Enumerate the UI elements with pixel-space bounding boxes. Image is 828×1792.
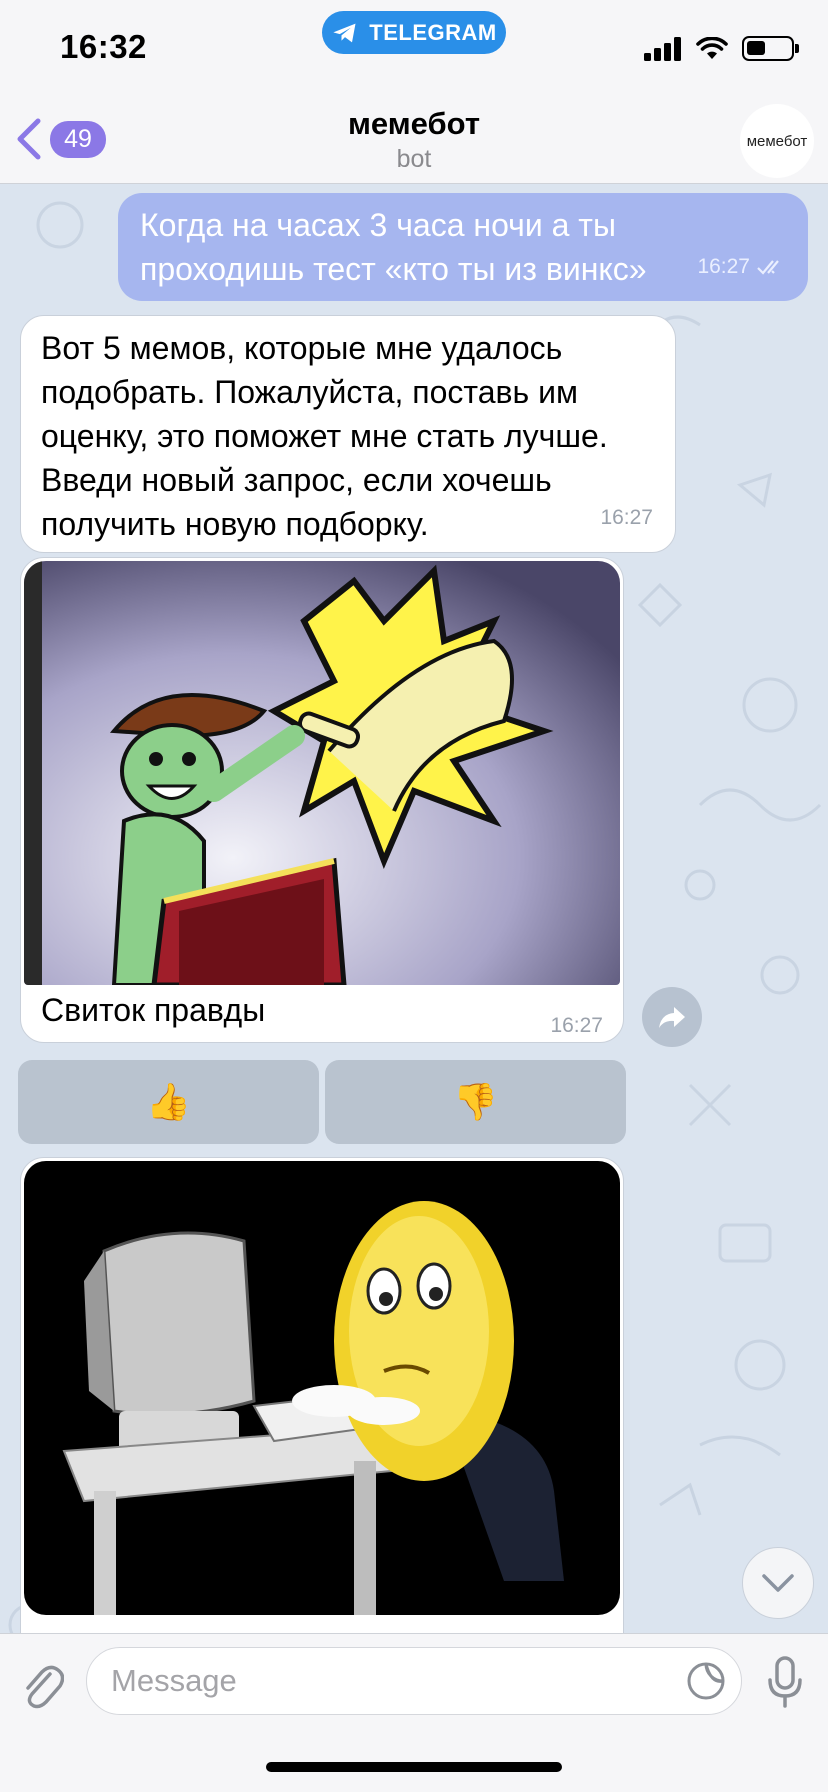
scroll-down-button[interactable] xyxy=(742,1547,814,1619)
signal-icon xyxy=(644,36,681,61)
outgoing-message[interactable]: Когда на часах 3 часа ночи а ты проходиш… xyxy=(118,193,808,301)
chevron-down-icon xyxy=(762,1574,794,1592)
status-icons xyxy=(644,36,799,61)
sticker-icon[interactable] xyxy=(685,1660,727,1702)
double-check-icon xyxy=(757,260,779,275)
photo-message[interactable]: Свиток правды 16:27 xyxy=(20,557,624,1043)
outgoing-message-meta: 16:27 xyxy=(697,245,786,289)
share-button[interactable] xyxy=(642,987,702,1047)
photo-caption: Свиток правды xyxy=(41,992,266,1028)
photo-message-time: 16:27 xyxy=(550,1014,603,1037)
inline-keyboard: 👍 👎 xyxy=(18,1060,626,1144)
photo-message-2[interactable] xyxy=(20,1157,624,1633)
chat-subtitle: bot xyxy=(396,145,432,173)
message-input[interactable] xyxy=(87,1648,647,1714)
battery-icon xyxy=(742,36,799,61)
top-bar: 16:32 TELEGRAM 49 мемебот bot мемебот xyxy=(0,0,828,184)
home-indicator xyxy=(266,1762,562,1772)
incoming-message-text: Вот 5 мемов, которые мне удалось подобра… xyxy=(41,330,608,542)
telegram-pill-label: TELEGRAM xyxy=(369,19,497,45)
avatar[interactable]: мемебот xyxy=(740,104,814,178)
share-arrow-icon xyxy=(659,1007,685,1028)
chat-title[interactable]: мемебот xyxy=(0,106,828,142)
chat-area[interactable]: Когда на часах 3 часа ночи а ты проходиш… xyxy=(0,185,828,1633)
thumbs-down-button[interactable]: 👎 xyxy=(325,1060,626,1144)
status-time: 16:32 xyxy=(60,28,147,65)
telegram-icon xyxy=(333,23,356,42)
outgoing-message-time: 16:27 xyxy=(697,255,750,278)
incoming-message-time: 16:27 xyxy=(600,506,653,529)
telegram-pill[interactable]: TELEGRAM xyxy=(322,11,506,54)
microphone-icon[interactable] xyxy=(766,1656,804,1708)
incoming-message[interactable]: Вот 5 мемов, которые мне удалось подобра… xyxy=(20,315,676,553)
thumbs-up-button[interactable]: 👍 xyxy=(18,1060,319,1144)
outgoing-message-text: Когда на часах 3 часа ночи а ты проходиш… xyxy=(140,207,647,287)
paperclip-icon[interactable] xyxy=(20,1662,64,1710)
meme-image-scroll-of-truth[interactable] xyxy=(24,561,620,985)
wifi-icon xyxy=(696,36,728,59)
meme-image-computer-emoji[interactable] xyxy=(24,1161,620,1615)
message-field[interactable] xyxy=(86,1647,742,1715)
